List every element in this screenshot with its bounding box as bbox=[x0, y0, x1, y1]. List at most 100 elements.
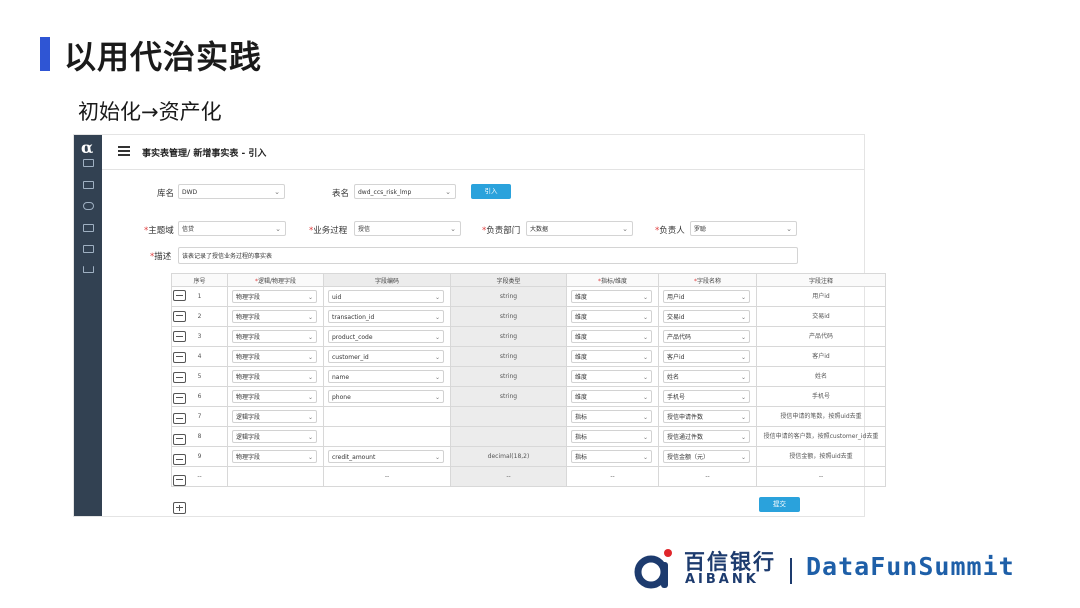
delete-row-icon[interactable] bbox=[173, 290, 186, 301]
field-code-select[interactable]: credit_amount ⌄ bbox=[328, 450, 444, 463]
field-kind-select[interactable]: 逻辑字段 ⌄ bbox=[232, 410, 317, 423]
field-kind-select[interactable]: 物理字段 ⌄ bbox=[232, 450, 317, 463]
col-header-name: *字段名称 bbox=[658, 273, 757, 287]
field-kind-select[interactable]: 逻辑字段 ⌄ bbox=[232, 430, 317, 443]
field-name-select[interactable]: 产品代码 ⌄ bbox=[663, 330, 750, 343]
field-name-select[interactable]: 授信金额（元） ⌄ bbox=[663, 450, 750, 463]
field-table: 序号 *逻辑/物理字段 字段编码 字段类型 *指标/维度 *字段名称 字段注释 … bbox=[171, 273, 886, 487]
import-button[interactable]: 引入 bbox=[471, 184, 511, 199]
field-dim-select[interactable]: 维度 ⌄ bbox=[571, 350, 652, 363]
db-select[interactable]: DWD ⌄ bbox=[178, 184, 285, 199]
process-select[interactable]: 授信 ⌄ bbox=[354, 221, 461, 236]
dim-cell: 维度 ⌄ bbox=[566, 386, 659, 407]
field-name-select[interactable]: 客户id ⌄ bbox=[663, 350, 750, 363]
field-code-select[interactable]: customer_id ⌄ bbox=[328, 350, 444, 363]
dim-cell: 维度 ⌄ bbox=[566, 366, 659, 387]
field-type-cell: string bbox=[450, 386, 567, 407]
field-dim-select[interactable]: 指标 ⌄ bbox=[571, 430, 652, 443]
app-screenshot: α 事实表管理/ 新增事实表 - 引入 库名 DWD ⌄ 表名 dwd_ccs_r… bbox=[74, 135, 886, 516]
table-row: 6 物理字段 ⌄ phone ⌄ string 维度 ⌄ 手机号 ⌄ 手机号 bbox=[171, 386, 886, 407]
field-comment-cell: 交易id bbox=[756, 306, 886, 327]
brand-footer: 百信银行 AIBANK DataFunSummit bbox=[632, 540, 1062, 592]
desc-input[interactable]: 该表记录了授信业务过程的事实表 bbox=[178, 247, 798, 264]
col-header-kind: *逻辑/物理字段 bbox=[227, 273, 324, 287]
field-name-select[interactable]: 授信申请件数 ⌄ bbox=[663, 410, 750, 423]
delete-row-icon[interactable] bbox=[173, 331, 186, 342]
field-name-select[interactable]: 交易id ⌄ bbox=[663, 310, 750, 323]
chart-icon[interactable] bbox=[83, 266, 94, 273]
delete-row-icon[interactable] bbox=[173, 351, 186, 363]
table-row: 3 物理字段 ⌄ product_code ⌄ string 维度 ⌄ 产品代码 ⌄ 产品代码 bbox=[171, 326, 886, 347]
grid-icon[interactable] bbox=[83, 159, 94, 167]
field-name-select[interactable]: 手机号 ⌄ bbox=[663, 390, 750, 403]
dept-select[interactable]: 大数据 ⌄ bbox=[526, 221, 633, 236]
field-dim-select[interactable]: 维度 ⌄ bbox=[571, 290, 652, 303]
name-cell: 交易id ⌄ bbox=[658, 306, 757, 327]
code-cell: transaction_id ⌄ bbox=[323, 306, 451, 327]
field-kind-select[interactable]: 物理字段 ⌄ bbox=[232, 330, 317, 343]
subject-select[interactable]: 信贷 ⌄ bbox=[178, 221, 286, 236]
kind-cell: 逻辑字段 ⌄ bbox=[227, 426, 324, 447]
dim-cell: 指标 ⌄ bbox=[566, 446, 659, 467]
field-comment-cell: -- bbox=[756, 466, 886, 487]
name-cell: 授信金额（元） ⌄ bbox=[658, 446, 757, 467]
field-code-select[interactable]: phone ⌄ bbox=[328, 390, 444, 403]
add-row-icon[interactable] bbox=[173, 502, 186, 514]
folder-icon[interactable] bbox=[83, 181, 94, 189]
field-dim-select[interactable]: 维度 ⌄ bbox=[571, 370, 652, 383]
kind-cell: 物理字段 ⌄ bbox=[227, 286, 324, 307]
delete-row-icon[interactable] bbox=[173, 413, 186, 424]
field-dim-select[interactable]: 维度 ⌄ bbox=[571, 390, 652, 403]
table-row: 7 逻辑字段 ⌄ 指标 ⌄ 授信申请件数 ⌄ 授信申请的笔数，按照uid去重 bbox=[171, 406, 886, 427]
dept-label: *负责部门 bbox=[482, 226, 521, 236]
kind-cell: 物理字段 ⌄ bbox=[227, 386, 324, 407]
field-kind-select[interactable]: 物理字段 ⌄ bbox=[232, 350, 317, 363]
delete-row-icon[interactable] bbox=[173, 310, 186, 322]
field-kind-select[interactable]: 物理字段 ⌄ bbox=[232, 390, 317, 403]
field-code-select[interactable]: uid ⌄ bbox=[328, 290, 444, 303]
field-name-select[interactable]: 授信通过件数 ⌄ bbox=[663, 430, 750, 443]
dim-cell: 指标 ⌄ bbox=[566, 426, 659, 447]
field-kind-select[interactable]: 物理字段 ⌄ bbox=[232, 310, 317, 323]
code-cell: phone ⌄ bbox=[323, 386, 451, 407]
table-icon[interactable] bbox=[83, 245, 94, 253]
delete-row-icon[interactable] bbox=[173, 474, 186, 486]
code-cell bbox=[323, 406, 451, 427]
code-cell: -- bbox=[323, 466, 451, 487]
field-kind-select[interactable]: 物理字段 ⌄ bbox=[232, 370, 317, 383]
eye-icon[interactable] bbox=[83, 202, 94, 210]
code-cell: uid ⌄ bbox=[323, 286, 451, 307]
submit-button[interactable]: 提交 bbox=[759, 497, 800, 512]
field-type-cell bbox=[450, 406, 567, 427]
delete-row-icon[interactable] bbox=[173, 392, 186, 404]
slide-subtitle: 初始化→资产化 bbox=[78, 100, 222, 124]
field-dim-select[interactable]: 指标 ⌄ bbox=[571, 410, 652, 423]
delete-row-icon[interactable] bbox=[173, 372, 186, 383]
delete-row-icon[interactable] bbox=[173, 454, 186, 465]
table-select[interactable]: dwd_ccs_risk_lmp ⌄ bbox=[354, 184, 456, 199]
table-row: 1 物理字段 ⌄ uid ⌄ string 维度 ⌄ 用户id ⌄ 用户id bbox=[171, 286, 886, 307]
field-code-select[interactable]: product_code ⌄ bbox=[328, 330, 444, 343]
field-comment-cell: 授信申请的客户数，按照customer_id去重 bbox=[756, 426, 886, 447]
field-dim-select[interactable]: 维度 ⌄ bbox=[571, 310, 652, 323]
shield-icon[interactable] bbox=[83, 224, 94, 232]
field-name-select[interactable]: 姓名 ⌄ bbox=[663, 370, 750, 383]
field-name-select[interactable]: 用户id ⌄ bbox=[663, 290, 750, 303]
menu-icon[interactable] bbox=[118, 146, 130, 156]
field-kind-select[interactable]: 物理字段 ⌄ bbox=[232, 290, 317, 303]
field-code-select[interactable]: name ⌄ bbox=[328, 370, 444, 383]
field-type-cell: string bbox=[450, 326, 567, 347]
delete-row-icon[interactable] bbox=[173, 433, 186, 445]
field-code-select[interactable]: transaction_id ⌄ bbox=[328, 310, 444, 323]
field-dim-select[interactable]: 维度 ⌄ bbox=[571, 330, 652, 343]
field-dim-select[interactable]: 指标 ⌄ bbox=[571, 450, 652, 463]
kind-cell: 物理字段 ⌄ bbox=[227, 346, 324, 367]
subject-label: *主题域 bbox=[144, 226, 174, 236]
owner-select[interactable]: 罗聪 ⌄ bbox=[690, 221, 797, 236]
breadcrumb: 事实表管理/ 新增事实表 - 引入 bbox=[142, 149, 267, 159]
code-cell: customer_id ⌄ bbox=[323, 346, 451, 367]
field-type-cell: string bbox=[450, 306, 567, 327]
code-cell: name ⌄ bbox=[323, 366, 451, 387]
col-header-comment: 字段注释 bbox=[756, 273, 886, 287]
code-cell: credit_amount ⌄ bbox=[323, 446, 451, 467]
